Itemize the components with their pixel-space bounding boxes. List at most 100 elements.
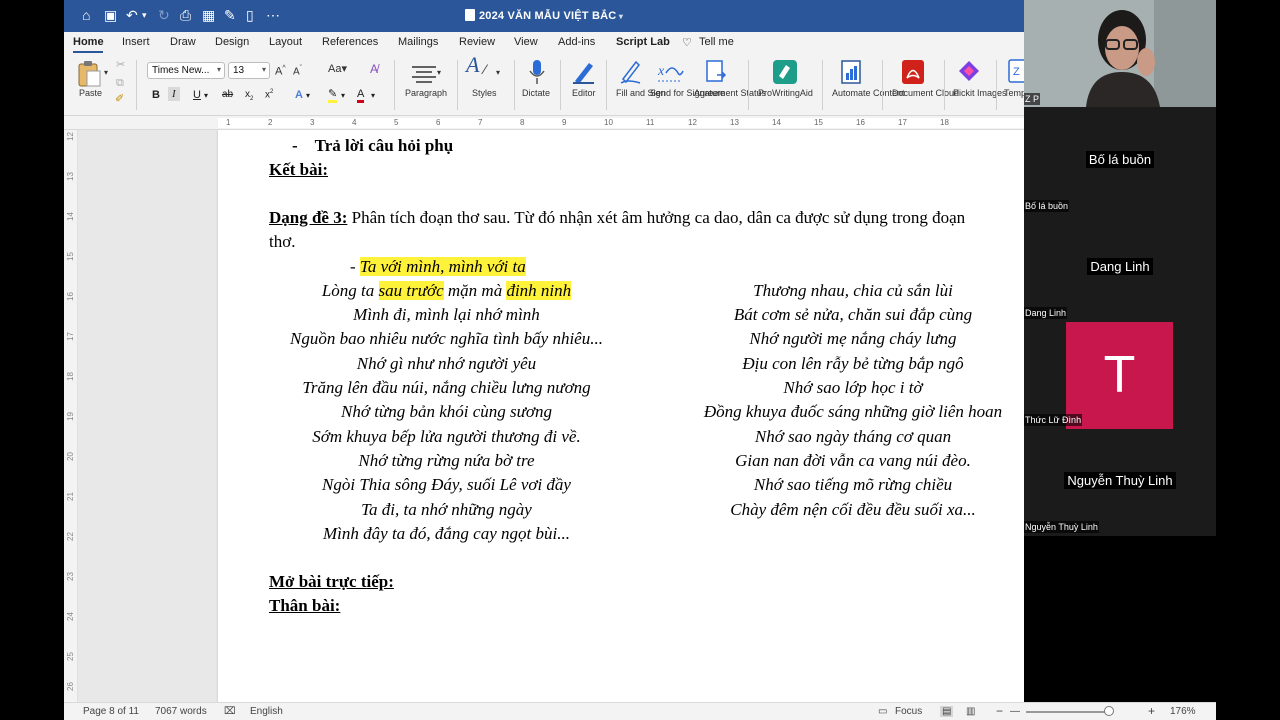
ribbon-separator bbox=[748, 60, 749, 110]
superscript-icon[interactable]: x2 bbox=[265, 89, 273, 100]
tab-addins[interactable]: Add-ins bbox=[558, 36, 595, 48]
participant-avatar[interactable]: T bbox=[1066, 322, 1173, 429]
paste-dropdown-icon[interactable]: ▾ bbox=[104, 68, 108, 78]
vertical-ruler[interactable]: 12 13 14 15 16 17 18 19 20 21 22 23 24 2… bbox=[64, 130, 78, 702]
change-case-icon[interactable]: Aa▾ bbox=[328, 64, 347, 75]
web-layout-icon[interactable]: ▥ bbox=[966, 706, 975, 717]
highlighted-text: sau trước bbox=[378, 281, 444, 300]
ribbon-separator bbox=[606, 60, 607, 110]
poem-left-line: Nhớ từng rừng nứa bờ tre bbox=[358, 451, 535, 470]
zoom-out-icon[interactable]: − bbox=[996, 704, 1003, 718]
heading-mo-bai: Mở bài trực tiếp: bbox=[269, 572, 394, 591]
chevron-down-icon[interactable]: ▾ bbox=[204, 91, 208, 100]
zoom-slider[interactable]: — bbox=[1010, 706, 1024, 717]
poem-right-line: Bát cơm sẻ nửa, chăn sui đắp cùng bbox=[733, 305, 973, 324]
focus-button[interactable]: Focus bbox=[895, 706, 922, 717]
automate-content-icon[interactable] bbox=[840, 59, 864, 85]
ruler-number: 5 bbox=[394, 118, 399, 127]
ribbon-separator bbox=[514, 60, 515, 110]
status-bar: Page 8 of 11 7067 words ⌧ English ▭ Focu… bbox=[64, 702, 1024, 720]
poem-left-line: Lòng ta sau trước mặn mà đinh ninh bbox=[269, 281, 624, 301]
editor-icon[interactable] bbox=[572, 59, 596, 85]
document-page[interactable]: - Trả lời câu hỏi phụ Kết bài: Dạng đề 3… bbox=[218, 130, 1024, 702]
ruler-number: 12 bbox=[65, 132, 75, 141]
print-layout-icon[interactable]: ▤ bbox=[940, 706, 954, 717]
screen-edge bbox=[1216, 0, 1280, 720]
zoom-slider-track[interactable] bbox=[1026, 711, 1106, 713]
tab-script-lab[interactable]: Script Lab bbox=[616, 36, 670, 48]
pickit-icon[interactable] bbox=[957, 59, 981, 85]
chevron-down-icon[interactable]: ▾ bbox=[306, 91, 310, 100]
document-title[interactable]: 2024 VĂN MẪU VIỆT BẮC ▾ bbox=[64, 9, 1024, 22]
question-text: Phân tích đoạn thơ sau. Từ đó nhận xét â… bbox=[347, 208, 966, 227]
page-count[interactable]: Page 8 of 11 bbox=[83, 706, 139, 717]
paste-icon[interactable] bbox=[76, 60, 102, 88]
poem-right-line: Nhớ sao ngày tháng cơ quan bbox=[754, 427, 952, 446]
self-video-tile[interactable]: Z P bbox=[1024, 0, 1216, 107]
zoom-slider-thumb[interactable] bbox=[1104, 706, 1114, 716]
poem-right-line: Nhớ sao tiếng mõ rừng chiều bbox=[753, 475, 953, 494]
shrink-font-icon[interactable]: Aˇ bbox=[293, 64, 302, 77]
subscript-icon[interactable]: x2 bbox=[245, 89, 253, 102]
italic-icon[interactable]: I bbox=[168, 87, 180, 101]
chevron-down-icon[interactable]: ▾ bbox=[496, 68, 500, 78]
underline-icon[interactable]: U bbox=[193, 89, 201, 101]
clear-formatting-icon[interactable]: A̸ bbox=[370, 63, 378, 75]
self-name-label: Z P bbox=[1024, 93, 1041, 105]
bold-icon[interactable]: B bbox=[152, 89, 160, 101]
chevron-down-icon[interactable]: ▾ bbox=[371, 91, 375, 100]
poem-left-line: Ta đi, ta nhớ những ngày bbox=[361, 500, 532, 519]
chevron-down-icon[interactable]: ▾ bbox=[341, 91, 345, 100]
zoom-in-icon[interactable]: + bbox=[1148, 704, 1155, 718]
fill-sign-icon[interactable] bbox=[620, 59, 642, 85]
tab-review[interactable]: Review bbox=[459, 36, 495, 48]
proofing-icon[interactable]: ⌧ bbox=[224, 706, 236, 717]
text-effects-icon[interactable]: A bbox=[295, 89, 303, 101]
tab-layout[interactable]: Layout bbox=[269, 36, 302, 48]
participant-name-small: Nguyễn Thuỳ Linh bbox=[1024, 521, 1099, 533]
format-painter-icon[interactable]: ✐ bbox=[115, 94, 124, 105]
font-size-select[interactable]: 13 ▾ bbox=[228, 62, 270, 79]
prowritingaid-icon[interactable] bbox=[772, 59, 798, 85]
tab-draw[interactable]: Draw bbox=[170, 36, 196, 48]
ruler-number: 2 bbox=[268, 118, 273, 127]
adobe-document-cloud-icon[interactable] bbox=[901, 59, 925, 85]
document-icon bbox=[464, 9, 475, 21]
template-chooser-icon[interactable]: Z bbox=[1008, 59, 1024, 85]
heading-than-bai: Thân bài: bbox=[269, 596, 341, 615]
zoom-percentage[interactable]: 176% bbox=[1170, 706, 1196, 717]
agreement-status-icon[interactable] bbox=[704, 59, 728, 85]
tab-home[interactable]: Home bbox=[73, 36, 104, 48]
styles-icon[interactable]: A bbox=[466, 54, 479, 76]
send-signature-icon[interactable]: x bbox=[656, 59, 684, 85]
microphone-icon[interactable] bbox=[528, 59, 546, 87]
word-count[interactable]: 7067 words bbox=[155, 706, 207, 717]
highlight-icon[interactable]: ✎ bbox=[328, 89, 338, 103]
tab-view[interactable]: View bbox=[514, 36, 538, 48]
chevron-down-icon[interactable]: ▾ bbox=[437, 68, 441, 78]
horizontal-ruler[interactable]: 1 2 3 4 5 6 7 8 9 10 11 12 13 14 15 16 1… bbox=[64, 116, 1024, 130]
ruler-text-area: 1 2 3 4 5 6 7 8 9 10 11 12 13 14 15 16 1… bbox=[218, 118, 1024, 128]
font-name-select[interactable]: Times New... ▾ bbox=[147, 62, 225, 79]
focus-icon[interactable]: ▭ bbox=[878, 706, 887, 717]
language-indicator[interactable]: English bbox=[250, 706, 283, 717]
tab-design[interactable]: Design bbox=[215, 36, 249, 48]
ribbon-separator bbox=[560, 60, 561, 110]
tell-me-search[interactable]: Tell me bbox=[699, 36, 734, 48]
poem-right-line: Đồng khuya đuốc sáng những giờ liên hoan bbox=[703, 402, 1003, 421]
styles-label: Styles bbox=[472, 88, 497, 98]
tab-insert[interactable]: Insert bbox=[122, 36, 150, 48]
tab-mailings[interactable]: Mailings bbox=[398, 36, 438, 48]
ruler-number: 13 bbox=[65, 172, 75, 181]
ruler-number: 18 bbox=[65, 372, 75, 381]
ribbon-separator bbox=[136, 60, 137, 110]
pickit-images-label: Pickit Images bbox=[953, 88, 1007, 98]
grow-font-icon[interactable]: A^ bbox=[275, 64, 286, 77]
tab-references[interactable]: References bbox=[322, 36, 378, 48]
strikethrough-icon[interactable]: ab bbox=[222, 89, 233, 100]
paste-label: Paste bbox=[79, 88, 103, 98]
ruler-number: 14 bbox=[772, 118, 781, 127]
ruler-number: 10 bbox=[604, 118, 613, 127]
font-color-icon[interactable]: A bbox=[357, 89, 365, 103]
paragraph-icon[interactable] bbox=[410, 64, 438, 84]
